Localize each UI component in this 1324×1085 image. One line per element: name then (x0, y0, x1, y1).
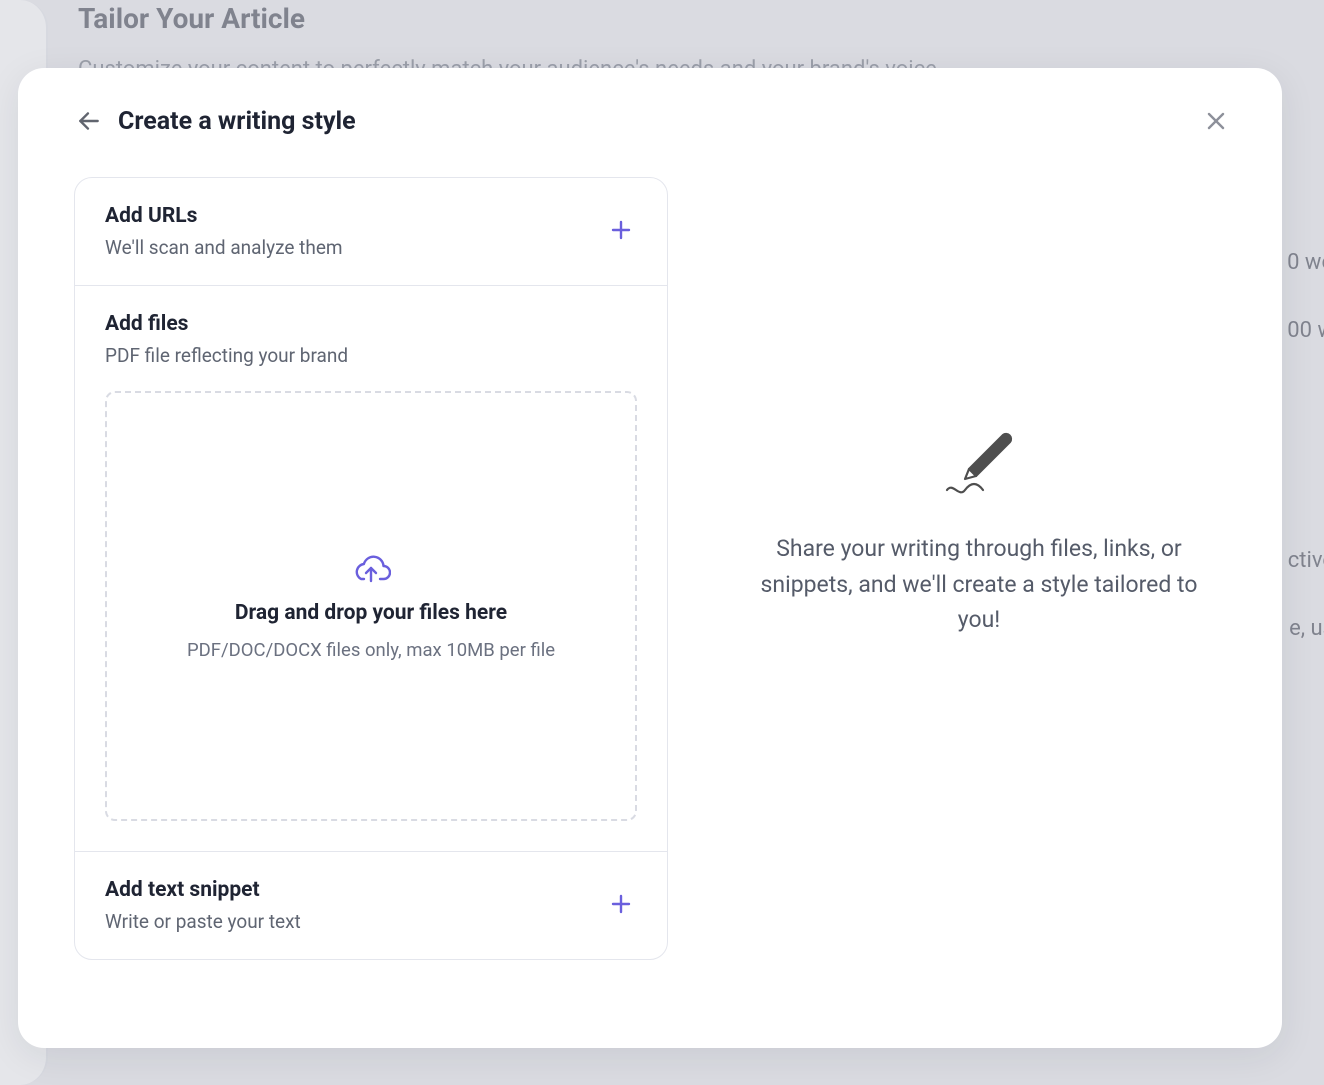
source-card-stack: Add URLs We'll scan and analyze them Add… (74, 177, 668, 960)
add-snippet-title: Add text snippet (105, 878, 637, 902)
add-urls-section[interactable]: Add URLs We'll scan and analyze them (75, 178, 667, 286)
add-files-desc: PDF file reflecting your brand (105, 344, 637, 367)
add-urls-title: Add URLs (105, 204, 637, 228)
add-urls-plus-button[interactable] (605, 214, 637, 246)
back-button[interactable] (74, 106, 104, 136)
modal-header-left: Create a writing style (74, 106, 356, 136)
dropzone-hint: PDF/DOC/DOCX files only, max 10MB per fi… (187, 639, 555, 661)
info-description: Share your writing through files, links,… (744, 531, 1214, 638)
cloud-upload-icon (351, 551, 391, 587)
add-snippet-plus-button[interactable] (605, 888, 637, 920)
add-files-section: Add files PDF file reflecting your brand… (75, 286, 667, 852)
dropzone-title: Drag and drop your files here (235, 601, 507, 625)
add-urls-desc: We'll scan and analyze them (105, 236, 637, 259)
file-dropzone[interactable]: Drag and drop your files here PDF/DOC/DO… (105, 391, 637, 821)
arrow-left-icon (76, 108, 102, 134)
modal-body: Add URLs We'll scan and analyze them Add… (74, 177, 1234, 1008)
create-writing-style-modal: Create a writing style Add URLs We'll sc… (18, 68, 1282, 1048)
info-column: Share your writing through files, links,… (724, 177, 1234, 1008)
modal-title: Create a writing style (118, 107, 356, 136)
add-files-title: Add files (105, 312, 637, 336)
add-snippet-desc: Write or paste your text (105, 910, 637, 933)
source-options-column: Add URLs We'll scan and analyze them Add… (74, 177, 668, 1008)
plus-icon (609, 892, 633, 916)
pencil-writing-icon (936, 427, 1022, 501)
plus-icon (609, 218, 633, 242)
add-snippet-section[interactable]: Add text snippet Write or paste your tex… (75, 852, 667, 959)
modal-header: Create a writing style (74, 103, 1234, 139)
close-button[interactable] (1198, 103, 1234, 139)
close-icon (1204, 109, 1228, 133)
